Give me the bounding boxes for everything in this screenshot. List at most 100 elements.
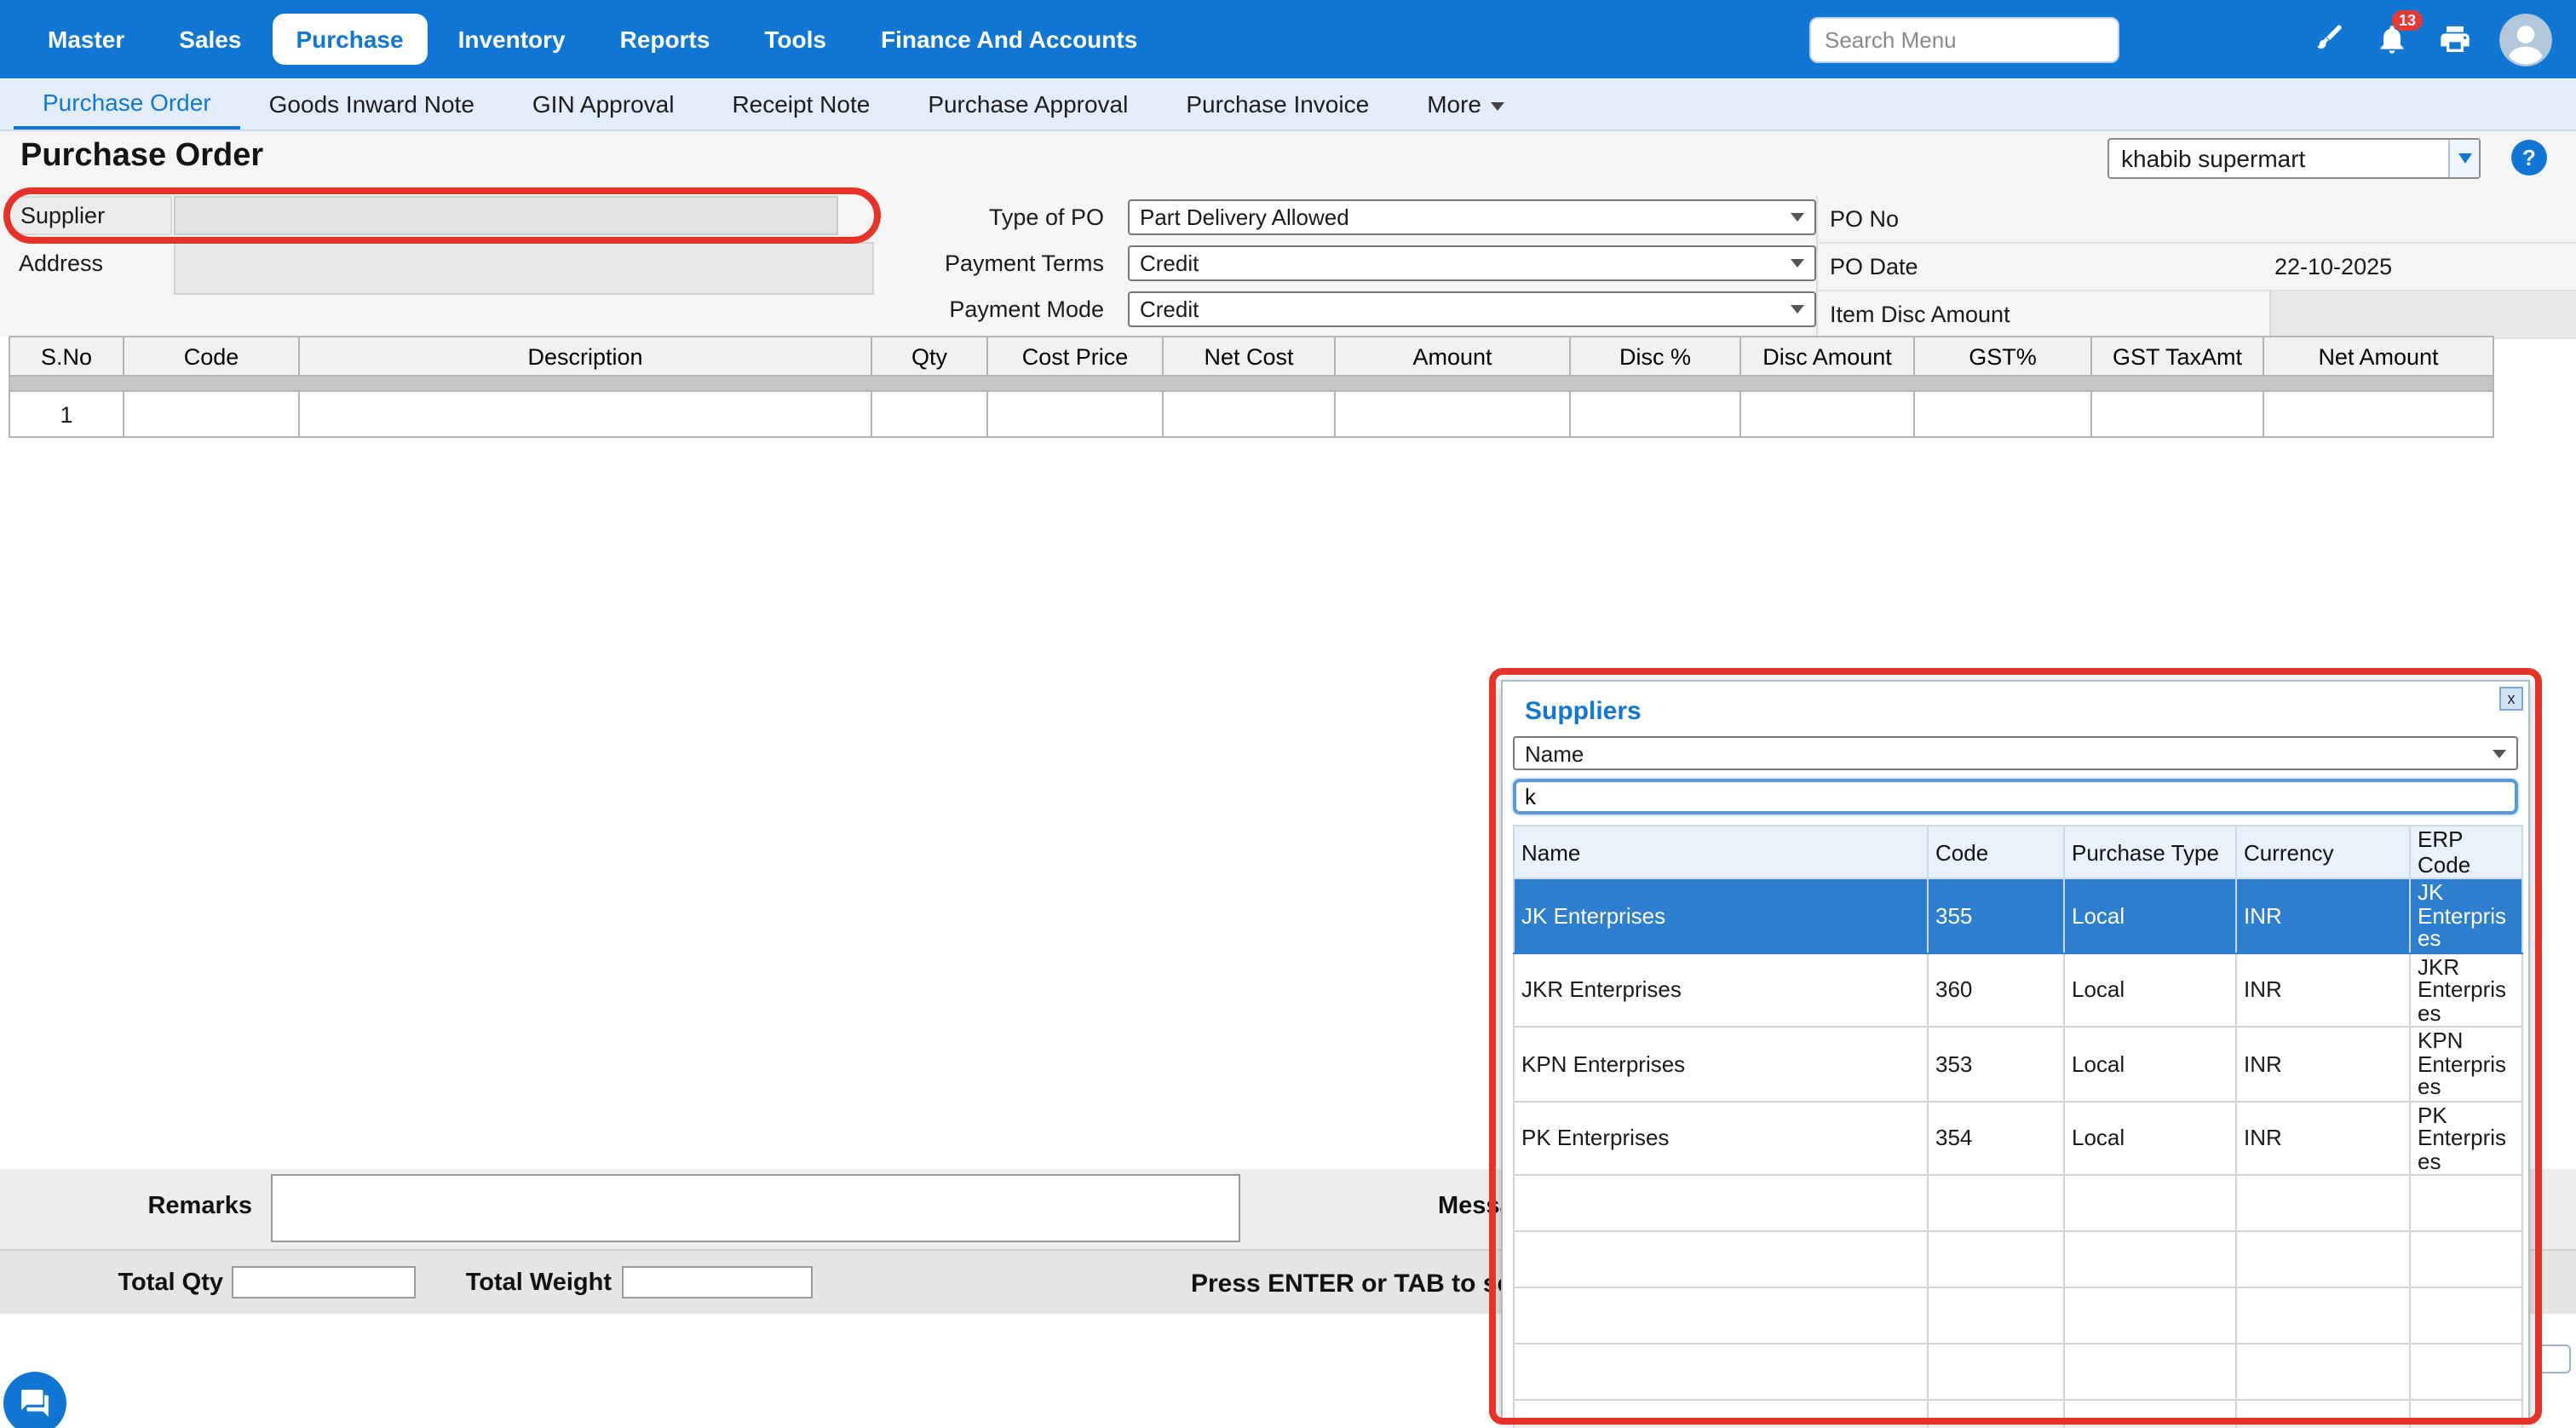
type-of-po-row: Type of PO Part Delivery Allowed xyxy=(886,199,1816,235)
cell-net-amount[interactable] xyxy=(2263,391,2493,437)
cell-code[interactable] xyxy=(124,391,299,437)
tab-goods-inward-note[interactable]: Goods Inward Note xyxy=(240,78,503,130)
help-icon[interactable]: ? xyxy=(2511,140,2547,176)
supplier-row-empty[interactable] xyxy=(1514,1400,2522,1428)
tab-purchase-invoice[interactable]: Purchase Invoice xyxy=(1157,78,1398,130)
cell-qty[interactable] xyxy=(871,391,987,437)
column-header: Qty xyxy=(871,337,987,376)
notification-badge: 13 xyxy=(2392,10,2423,31)
column-header: GST% xyxy=(1914,337,2091,376)
tab-gin-approval[interactable]: GIN Approval xyxy=(503,78,704,130)
remarks-textarea[interactable] xyxy=(271,1174,1240,1242)
po-no-label: PO No xyxy=(1818,206,1899,232)
cell-disc-pct[interactable] xyxy=(1570,391,1740,437)
cell-sno: 1 xyxy=(9,391,124,437)
avatar[interactable] xyxy=(2499,13,2552,66)
address-input[interactable] xyxy=(174,242,874,295)
tab-more[interactable]: More xyxy=(1398,78,1532,130)
supplier-search-input[interactable] xyxy=(1513,779,2518,815)
cell-name: KPN Enterprises xyxy=(1514,1027,1928,1101)
divider xyxy=(9,376,2493,391)
cell-disc-amount[interactable] xyxy=(1740,391,1914,437)
item-row[interactable]: 1 xyxy=(9,391,2493,437)
column-header: Amount xyxy=(1335,337,1570,376)
suppliers-table: Name Code Purchase Type Currency ERP Cod… xyxy=(1513,825,2523,1428)
app-window: Master Sales Purchase Inventory Reports … xyxy=(0,0,2576,1428)
payment-terms-row: Payment Terms Credit xyxy=(886,245,1816,281)
cell-purchase-type: Local xyxy=(2064,878,2236,953)
po-date-label: PO Date xyxy=(1818,254,1918,279)
cell-cost-price[interactable] xyxy=(987,391,1163,437)
company-selector[interactable]: khabib supermart xyxy=(2107,138,2481,179)
total-qty-input[interactable] xyxy=(232,1266,416,1298)
nav-sales[interactable]: Sales xyxy=(155,14,265,65)
cell-amount[interactable] xyxy=(1335,391,1570,437)
nav-reports[interactable]: Reports xyxy=(596,14,734,65)
tab-receipt-note[interactable]: Receipt Note xyxy=(703,78,899,130)
nav-finance-and-accounts[interactable]: Finance And Accounts xyxy=(857,14,1161,65)
payment-mode-value: Credit xyxy=(1140,297,1791,322)
total-weight-input[interactable] xyxy=(622,1266,813,1298)
nav-purchase[interactable]: Purchase xyxy=(272,14,427,65)
supplier-row[interactable]: JKR Enterprises 360 Local INR JKR Enterp… xyxy=(1514,953,2522,1027)
enter-tab-hint: Press ENTER or TAB to sele xyxy=(1191,1270,1532,1298)
cell-gst-taxamt[interactable] xyxy=(2091,391,2263,437)
page-title: Purchase Order xyxy=(20,138,263,176)
supplier-row-empty[interactable] xyxy=(1514,1231,2522,1287)
tab-purchase-approval[interactable]: Purchase Approval xyxy=(899,78,1157,130)
supplier-row-selected[interactable]: JK Enterprises 355 Local INR JK Enterpri… xyxy=(1514,878,2522,953)
cell-gst-pct[interactable] xyxy=(1914,391,2091,437)
nav-tools[interactable]: Tools xyxy=(740,14,850,65)
items-table: S.No Code Description Qty Cost Price Net… xyxy=(9,336,2494,438)
side-mini-box[interactable] xyxy=(2537,1345,2571,1373)
column-header: Code xyxy=(124,337,299,376)
cell-currency: INR xyxy=(2236,953,2410,1027)
item-disc-amount-row: Item Disc Amount xyxy=(1818,291,2576,339)
chevron-down-icon xyxy=(2493,749,2506,757)
close-icon[interactable]: x xyxy=(2499,687,2523,711)
tab-purchase-order[interactable]: Purchase Order xyxy=(14,78,240,130)
column-header: GST TaxAmt xyxy=(2091,337,2263,376)
notifications-bell-icon[interactable]: 13 xyxy=(2373,20,2411,58)
cell-net-cost[interactable] xyxy=(1163,391,1335,437)
supplier-label: Supplier xyxy=(9,196,172,235)
supplier-row-empty[interactable] xyxy=(1514,1344,2522,1400)
supplier-row[interactable]: KPN Enterprises 353 Local INR KPN Enterp… xyxy=(1514,1027,2522,1101)
module-tabbar: Purchase Order Goods Inward Note GIN App… xyxy=(0,78,2576,131)
cell-empty xyxy=(2064,1400,2236,1428)
supplier-row-empty[interactable] xyxy=(1514,1175,2522,1231)
brush-icon[interactable] xyxy=(2310,20,2348,58)
cell-description[interactable] xyxy=(299,391,871,437)
type-of-po-select[interactable]: Part Delivery Allowed xyxy=(1128,199,1816,235)
cell-name: JKR Enterprises xyxy=(1514,953,1928,1027)
cell-empty xyxy=(1514,1175,1928,1231)
cell-erp-code: KPN Enterprises xyxy=(2410,1027,2522,1101)
cell-code: 360 xyxy=(1928,953,2064,1027)
company-selector-value: khabib supermart xyxy=(2109,145,2448,172)
filter-field-select[interactable]: Name xyxy=(1513,736,2518,770)
chevron-down-icon xyxy=(1490,101,1504,110)
column-header: Net Cost xyxy=(1163,337,1335,376)
cell-empty xyxy=(2236,1175,2410,1231)
print-icon[interactable] xyxy=(2436,20,2474,58)
payment-terms-select[interactable]: Credit xyxy=(1128,245,1816,281)
search-menu-input[interactable] xyxy=(1809,16,2119,62)
nav-inventory[interactable]: Inventory xyxy=(434,14,589,65)
chevron-down-icon[interactable] xyxy=(2448,140,2479,177)
payment-mode-select[interactable]: Credit xyxy=(1128,291,1816,327)
supplier-row-empty[interactable] xyxy=(1514,1287,2522,1344)
cell-name: PK Enterprises xyxy=(1514,1101,1928,1175)
cell-currency: INR xyxy=(2236,1101,2410,1175)
supplier-row[interactable]: PK Enterprises 354 Local INR PK Enterpri… xyxy=(1514,1101,2522,1175)
column-header: ERP Code xyxy=(2410,826,2522,878)
type-of-po-label: Type of PO xyxy=(886,204,1128,230)
total-weight-label: Total Weight xyxy=(434,1270,612,1297)
nav-master[interactable]: Master xyxy=(24,14,148,65)
cell-currency: INR xyxy=(2236,878,2410,953)
cell-currency: INR xyxy=(2236,1027,2410,1101)
chat-fab-button[interactable] xyxy=(3,1372,66,1428)
supplier-input[interactable] xyxy=(174,196,838,235)
column-header: Code xyxy=(1928,826,2064,878)
cell-empty xyxy=(1514,1287,1928,1344)
column-header: Currency xyxy=(2236,826,2410,878)
